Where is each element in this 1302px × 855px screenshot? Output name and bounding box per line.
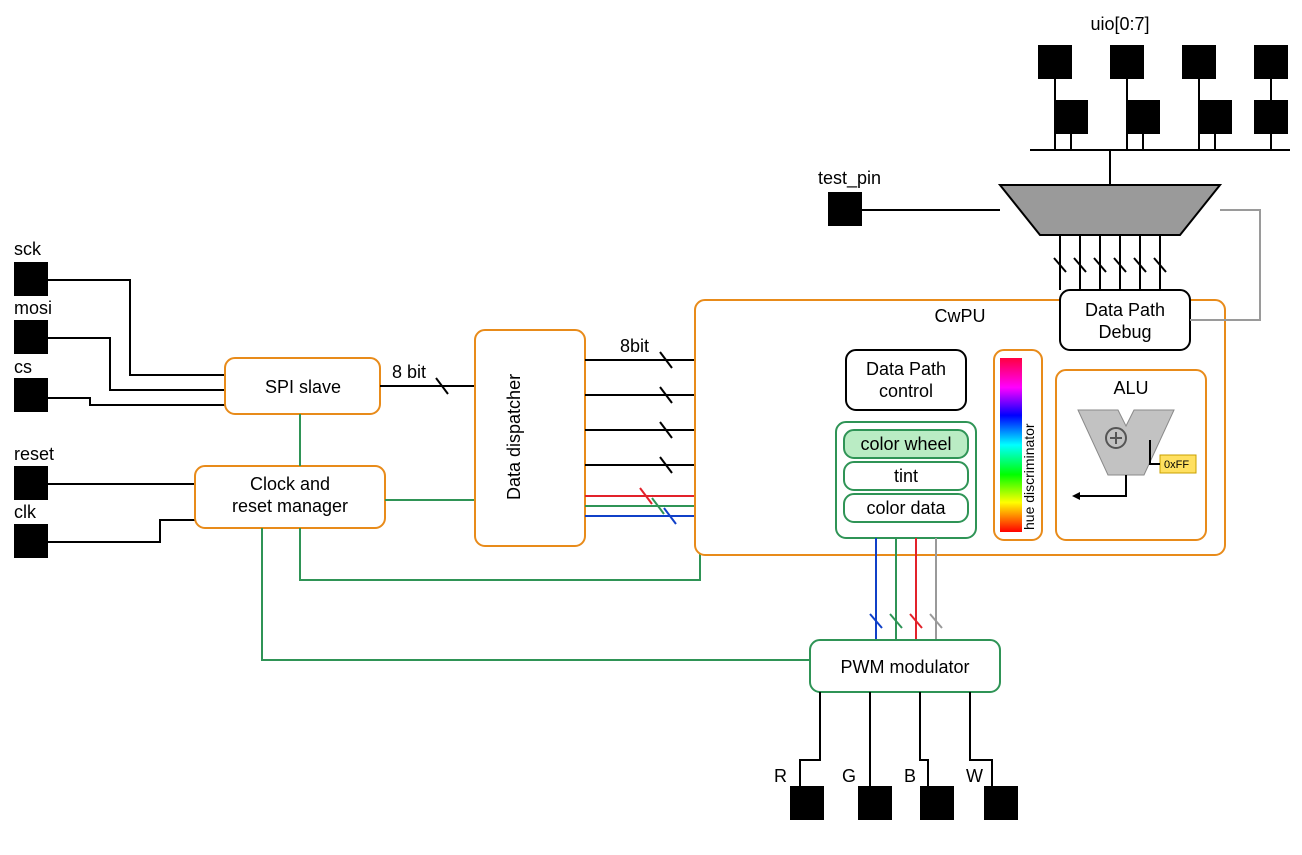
pwm-label: PWM modulator — [840, 657, 969, 677]
cwpu-label: CwPU — [934, 306, 985, 326]
sck-pad — [14, 262, 48, 296]
hue-gradient-icon — [1000, 358, 1022, 532]
block-diagram: sck mosi cs reset clk SPI slave Clock an… — [0, 0, 1302, 855]
out-g-label: G — [842, 766, 856, 786]
clock-reset-label-l1: Clock and — [250, 474, 330, 494]
reset-pad — [14, 466, 48, 500]
uio-pad-6 — [1254, 45, 1288, 79]
out-w-pad — [984, 786, 1018, 820]
reset-label: reset — [14, 444, 54, 464]
uio-pad-2 — [1110, 45, 1144, 79]
dispatch-bus-label: 8bit — [620, 336, 649, 356]
out-r-pad — [790, 786, 824, 820]
alu-const-label: 0xFF — [1164, 459, 1189, 471]
cs-wire — [48, 398, 225, 405]
alu-label: ALU — [1113, 378, 1148, 398]
clk-pad — [14, 524, 48, 558]
data-path-debug-l1: Data Path — [1085, 300, 1165, 320]
cs-label: cs — [14, 357, 32, 377]
sck-wire — [48, 280, 225, 375]
color-wheel-label: color wheel — [860, 434, 951, 454]
mux-debug-wires — [1060, 235, 1160, 290]
pwm-b-wire — [920, 692, 928, 786]
test-pin-pad — [828, 192, 862, 226]
spi-slave-label: SPI slave — [265, 377, 341, 397]
pwm-r-wire — [800, 692, 820, 786]
cs-pad — [14, 378, 48, 412]
mux-debug-ticks — [1054, 258, 1166, 272]
uio-pad-1 — [1054, 100, 1088, 134]
mosi-pad — [14, 320, 48, 354]
tint-label: tint — [894, 466, 918, 486]
data-path-control-l2: control — [879, 381, 933, 401]
clk-wire — [48, 520, 195, 542]
uio-pad-4 — [1182, 45, 1216, 79]
data-path-debug-l2: Debug — [1098, 322, 1151, 342]
data-dispatcher-block — [475, 330, 585, 546]
out-b-label: B — [904, 766, 916, 786]
out-r-label: R — [774, 766, 787, 786]
spi-bus-label: 8 bit — [392, 362, 426, 382]
clock-reset-label-l2: reset manager — [232, 496, 348, 516]
mosi-label: mosi — [14, 298, 52, 318]
color-data-label: color data — [866, 498, 946, 518]
sck-label: sck — [14, 239, 42, 259]
mosi-wire — [48, 338, 225, 390]
uio-pad-5 — [1198, 100, 1232, 134]
out-g-pad — [858, 786, 892, 820]
out-b-pad — [920, 786, 954, 820]
clk-label: clk — [14, 502, 37, 522]
test-pin-label: test_pin — [818, 168, 881, 189]
data-path-control-l1: Data Path — [866, 359, 946, 379]
hue-discriminator-label: hue discriminator — [1021, 423, 1037, 530]
uio-label: uio[0:7] — [1090, 14, 1149, 34]
data-dispatcher-label: Data dispatcher — [504, 374, 524, 500]
uio-pad-0 — [1038, 45, 1072, 79]
mux-icon — [1000, 185, 1220, 235]
out-w-label: W — [966, 766, 983, 786]
uio-pad-3 — [1126, 100, 1160, 134]
